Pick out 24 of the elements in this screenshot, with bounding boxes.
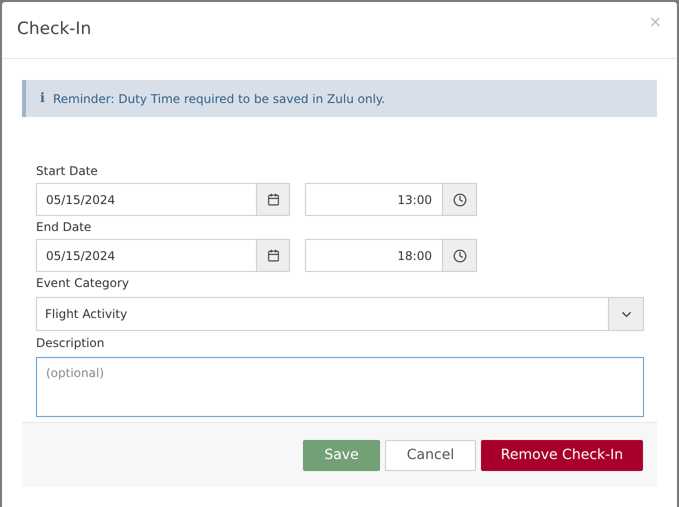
category-select[interactable]: Flight Activity xyxy=(36,297,644,331)
date-field[interactable]: 05/15/2024 xyxy=(36,239,290,272)
info-icon: i xyxy=(40,88,45,108)
time-value: 13:00 xyxy=(396,192,433,208)
time-value: 18:00 xyxy=(396,248,433,264)
category-value: Flight Activity xyxy=(44,306,128,323)
action-button[interactable]: Remove Check-In xyxy=(481,440,643,470)
calendar-icon xyxy=(266,193,280,206)
time-field[interactable]: 13:00 xyxy=(305,183,477,216)
time-field[interactable]: 18:00 xyxy=(305,239,477,272)
dialog-title: Check-In xyxy=(17,18,92,42)
clock-icon xyxy=(452,192,466,206)
date-field[interactable]: 05/15/2024 xyxy=(36,183,290,216)
calendar-icon xyxy=(266,249,280,262)
date-value: 05/15/2024 xyxy=(45,248,116,264)
description-field[interactable]: (optional) xyxy=(36,357,644,417)
field-label: End Date xyxy=(36,219,92,236)
date-value: 05/15/2024 xyxy=(45,192,116,208)
field-label: Event Category xyxy=(36,275,130,292)
action-button[interactable]: Cancel xyxy=(385,440,476,470)
field-label: Description xyxy=(36,335,106,352)
clock-icon xyxy=(452,248,466,262)
reminder-text: Reminder: Duty Time required to be saved in Zulu only. xyxy=(52,90,386,108)
field-label: Start Date xyxy=(36,163,99,180)
